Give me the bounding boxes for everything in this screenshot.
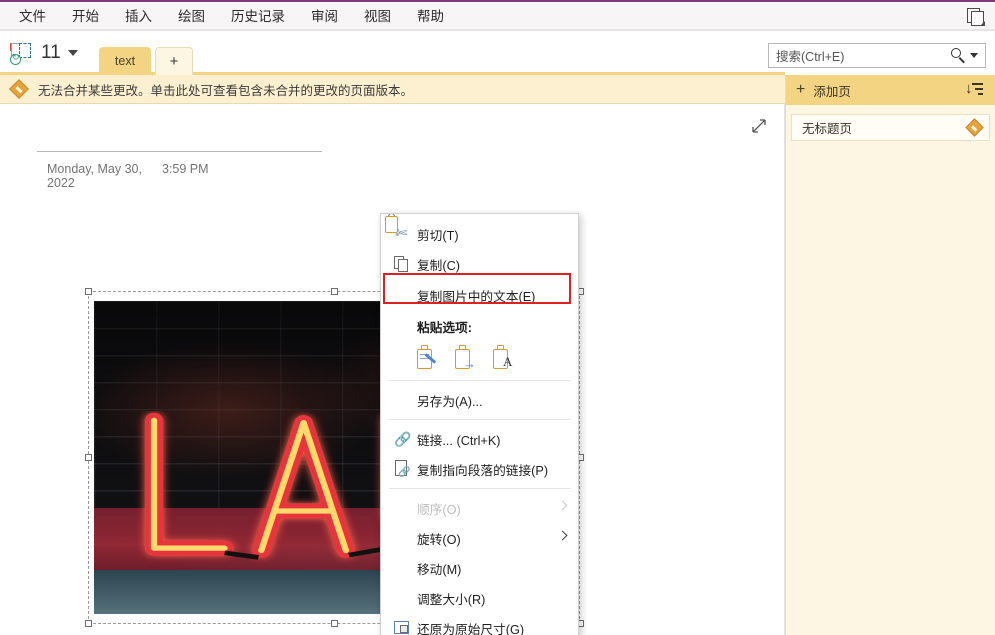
image-context-menu[interactable]: ✄ 剪切(T) 复制(C) 复制图片中的文本(E) 粘贴选项: → A 另存为(… <box>380 213 579 635</box>
sync-conflict-icon <box>965 118 984 137</box>
paste-merge-formatting-icon[interactable]: → <box>453 344 477 372</box>
page-time[interactable]: 3:59 PM <box>162 162 209 190</box>
context-menu-item-copy-text-from-picture[interactable]: 复制图片中的文本(E) <box>381 279 578 312</box>
context-menu-item-resize[interactable]: 调整大小(R) <box>381 583 578 613</box>
resize-handle-tl[interactable] <box>85 288 92 295</box>
submenu-chevron-icon <box>557 500 568 511</box>
context-menu-item-copy-paragraph-link[interactable]: 🔗 复制指向段落的链接(P) <box>381 454 578 484</box>
paste-options-label: 粘贴选项: <box>417 320 472 335</box>
context-menu-item-label: 剪切(T) <box>417 228 459 243</box>
add-section-tab[interactable]: + <box>155 47 193 75</box>
context-menu-item-restore-original-size[interactable]: 还原为原始尺寸(G) <box>381 613 578 635</box>
context-menu-item-label: 复制指向段落的链接(P) <box>417 463 549 478</box>
menu-item-review[interactable]: 审阅 <box>298 2 351 31</box>
chevron-down-icon[interactable] <box>67 50 78 56</box>
sync-conflict-icon <box>9 79 29 99</box>
context-menu-item-rotate[interactable]: 旋转(O) <box>381 523 578 553</box>
page-list-item-title: 无标题页 <box>802 122 853 136</box>
context-menu-separator <box>389 419 570 420</box>
search-input[interactable]: 搜索(Ctrl+E) <box>769 46 950 65</box>
copy-icon <box>391 254 417 274</box>
context-menu-item-label: 移动(M) <box>417 562 462 577</box>
onenote-window: 文件 开始 插入 绘图 历史记录 审阅 视图 帮助 11 text + 搜索(C… <box>0 0 995 635</box>
context-menu-item-order: 顺序(O) <box>381 493 578 523</box>
menu-item-view[interactable]: 视图 <box>351 2 404 31</box>
context-menu-separator <box>389 380 570 381</box>
resize-handle-tc[interactable] <box>331 288 338 295</box>
restore-size-icon <box>391 618 417 635</box>
context-menu-separator <box>389 488 570 489</box>
notebook-icon <box>10 41 36 65</box>
page-datetime: Monday, May 30, 2022 3:59 PM <box>47 162 209 190</box>
expand-diagonal-icon[interactable] <box>748 116 770 138</box>
search-icon[interactable] <box>950 47 967 64</box>
no-icon <box>391 498 417 518</box>
menu-item-file[interactable]: 文件 <box>6 2 59 31</box>
context-menu-item-save-as[interactable]: 另存为(A)... <box>381 385 578 415</box>
resize-handle-bc[interactable] <box>331 620 338 627</box>
paste-options-row: → A <box>381 340 578 376</box>
menu-item-history[interactable]: 历史记录 <box>218 2 298 31</box>
page-date[interactable]: Monday, May 30, 2022 <box>47 162 162 190</box>
notification-text: 无法合并某些更改。单击此处可查看包含未合并的更改的页面版本。 <box>38 83 414 98</box>
page-link-icon: 🔗 <box>391 459 417 479</box>
menu-bar: 文件 开始 插入 绘图 历史记录 审阅 视图 帮助 <box>0 0 995 31</box>
context-menu-item-label: 复制(C) <box>417 258 460 273</box>
no-icon <box>391 286 417 306</box>
context-menu-paste-options-header: 粘贴选项: <box>381 214 578 340</box>
context-menu-item-label: 链接... (Ctrl+K) <box>417 433 501 448</box>
context-menu-item-label: 复制图片中的文本(E) <box>417 290 536 304</box>
add-page-button[interactable]: 添加页 <box>813 81 851 100</box>
context-menu-item-label: 顺序(O) <box>417 502 461 517</box>
sticky-note-icon[interactable] <box>965 6 987 28</box>
context-menu-item-copy[interactable]: 复制(C) <box>381 249 578 279</box>
no-icon <box>391 528 417 548</box>
context-menu-item-label: 另存为(A)... <box>417 394 483 409</box>
resize-handle-bl[interactable] <box>85 620 92 627</box>
no-icon <box>391 558 417 578</box>
paste-keep-formatting-icon[interactable] <box>415 344 439 372</box>
context-menu-item-cut[interactable]: ✄ 剪切(T) <box>381 219 578 249</box>
no-icon <box>391 588 417 608</box>
menu-item-help[interactable]: 帮助 <box>404 2 457 31</box>
context-menu-item-label: 旋转(O) <box>417 532 461 547</box>
context-menu-item-move[interactable]: 移动(M) <box>381 553 578 583</box>
submenu-chevron-icon[interactable] <box>557 530 568 541</box>
menu-bar-right <box>965 6 987 28</box>
search-scope-chevron-icon[interactable] <box>970 53 978 58</box>
section-tab-text[interactable]: text <box>99 47 151 75</box>
merge-conflict-notification-bar[interactable]: 无法合并某些更改。单击此处可查看包含未合并的更改的页面版本。 <box>0 75 785 104</box>
notebook-name: 11 <box>41 42 61 63</box>
page-list-item[interactable]: 无标题页 <box>791 114 990 141</box>
menu-item-home[interactable]: 开始 <box>59 2 112 31</box>
resize-handle-ml[interactable] <box>85 454 92 461</box>
search-box[interactable]: 搜索(Ctrl+E) <box>768 43 986 68</box>
sort-descending-icon[interactable]: ↓ <box>965 81 983 99</box>
context-menu-item-label: 调整大小(R) <box>417 592 486 607</box>
notebook-selector[interactable]: 11 <box>10 38 78 68</box>
no-icon <box>391 390 417 410</box>
page-panel-header: + 添加页 ↓ <box>786 75 995 105</box>
link-icon: 🔗 <box>394 431 412 447</box>
menu-item-draw[interactable]: 绘图 <box>165 2 218 31</box>
menu-item-insert[interactable]: 插入 <box>112 2 165 31</box>
plus-icon[interactable]: + <box>796 82 805 98</box>
context-menu-item-label: 还原为原始尺寸(G) <box>417 622 525 635</box>
paste-text-only-icon[interactable]: A <box>491 344 515 372</box>
page-list-panel: + 添加页 ↓ 无标题页 <box>785 75 995 635</box>
page-title-rule <box>37 151 322 152</box>
context-menu-item-link[interactable]: 🔗 链接... (Ctrl+K) <box>381 424 578 454</box>
